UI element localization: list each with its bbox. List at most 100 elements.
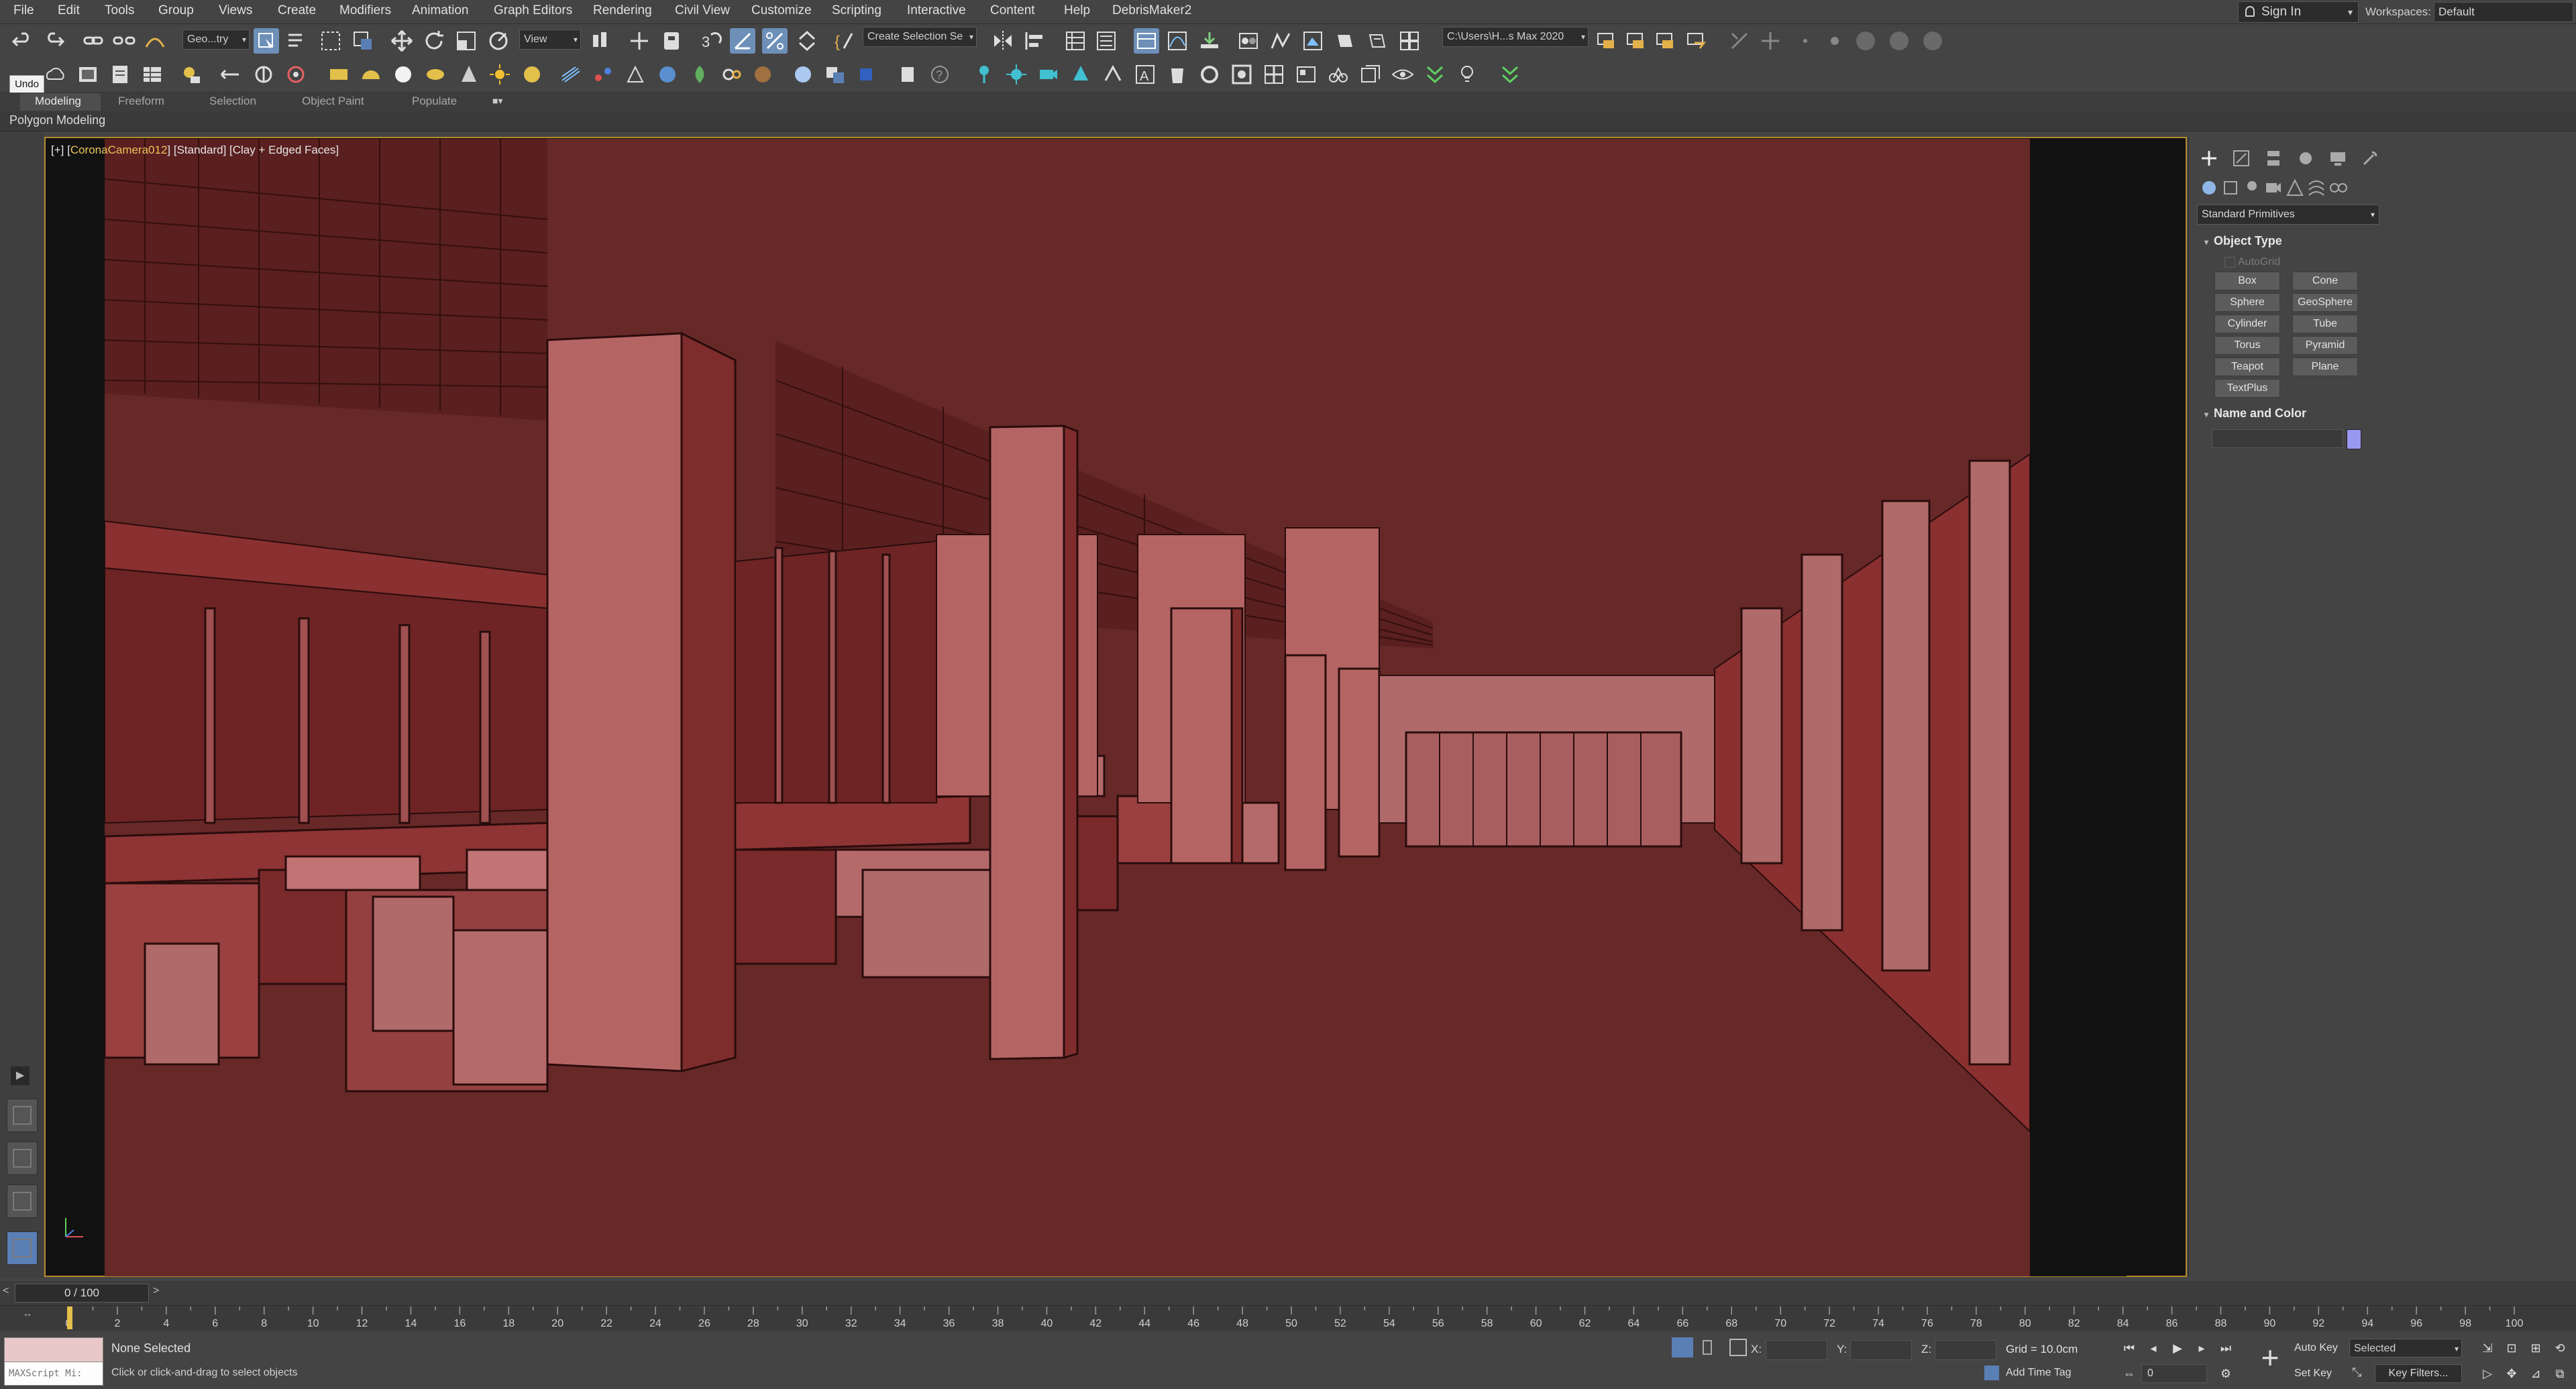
sphere-gray-2-icon[interactable] [1886,28,1912,54]
time-prev-arrow-icon[interactable]: < [3,1285,9,1297]
viewport-layout-1[interactable] [7,1099,38,1132]
open-explorer-icon[interactable] [1623,28,1649,54]
undo-icon[interactable] [9,28,35,54]
rectangle-shape-icon[interactable] [326,62,352,87]
selection-filter-select[interactable]: Geo...try ▾ [182,30,250,50]
schematic-view-icon[interactable] [1197,28,1222,54]
layers-icon[interactable] [822,62,848,87]
curve-editor-icon[interactable] [1165,28,1190,54]
menu-graph-editors[interactable]: Graph Editors [494,3,572,18]
zoom-all-icon[interactable]: ⊞ [2526,1339,2545,1357]
redo-icon[interactable] [42,28,67,54]
primitive-category-select[interactable]: Standard Primitives ▾ [2197,205,2379,225]
select-manipulate-icon[interactable] [627,28,652,54]
cube-blue-icon[interactable] [853,62,879,87]
pyramid-button[interactable]: Pyramid [2292,336,2358,355]
time-slider[interactable] [0,1281,2576,1305]
toggle-scene-explorer-icon[interactable] [1063,28,1088,54]
goto-start-icon[interactable]: ⏮ [2120,1339,2139,1357]
menu-help[interactable]: Help [1064,3,1090,18]
pan-icon[interactable]: ✥ [2502,1364,2521,1383]
half-sphere-icon[interactable] [358,62,384,87]
z-coordinate-input[interactable] [1935,1340,1996,1360]
sphere-button[interactable]: Sphere [2214,293,2280,312]
menu-civil-view[interactable]: Civil View [675,3,730,18]
zoom-extents-icon[interactable]: ⊡ [2502,1339,2521,1357]
isolate-selection-icon[interactable] [1672,1337,1693,1357]
goto-end-icon[interactable]: ⏭ [2216,1339,2235,1357]
panel-icon[interactable] [1293,62,1319,87]
field-of-view-icon[interactable]: ⊿ [2526,1364,2545,1383]
motion-tab-icon[interactable] [2294,147,2317,170]
workspaces-select[interactable]: Default [2434,2,2573,22]
leaf-icon[interactable] [687,62,712,87]
scene-render[interactable] [105,139,2127,1276]
bulb-outline-icon[interactable] [1454,62,1480,87]
teapot-button[interactable]: Teapot [2214,357,2280,376]
track-bar-menu-icon[interactable]: ↔ [17,1308,38,1324]
rendered-frame-window-icon[interactable] [1300,28,1326,54]
hair-icon[interactable] [558,62,584,87]
window-crossing-icon[interactable] [350,28,376,54]
tab-object-paint[interactable]: Object Paint [302,95,364,108]
chevrons-down-green-2-icon[interactable] [1497,62,1523,87]
cone-button[interactable]: Cone [2292,272,2358,290]
time-configuration-icon[interactable]: ⚙ [2216,1364,2235,1383]
hierarchy-tab-icon[interactable] [2262,147,2285,170]
expand-arrow-icon[interactable]: ▶ [11,1066,30,1085]
document-icon[interactable] [107,62,133,87]
box-button[interactable]: Box [2214,272,2280,290]
box-outline-icon[interactable] [1358,62,1383,87]
autogrid-checkbox[interactable] [2224,257,2235,268]
frame-icon[interactable] [1229,62,1254,87]
render-iterative-icon[interactable] [1364,28,1390,54]
viewport-layout-3[interactable] [7,1184,38,1218]
chevrons-down-green-icon[interactable] [1422,62,1448,87]
textplus-button[interactable]: TextPlus [2214,379,2280,398]
object-type-rollout[interactable]: ▾ Object Type [2198,231,2373,251]
sphere-gray-3-icon[interactable] [1920,28,1945,54]
cameras-icon[interactable] [2262,176,2285,199]
set-project-icon[interactable] [1684,28,1709,54]
texture-icon[interactable] [750,62,775,87]
current-frame-input[interactable]: 0 [2141,1364,2207,1383]
add-time-tag-button[interactable]: Add Time Tag [2006,1367,2072,1379]
globe-icon[interactable] [655,62,680,87]
set-keys-plus-icon[interactable]: + [2254,1339,2286,1379]
menu-rendering[interactable]: Rendering [593,3,652,18]
circle-shape-icon[interactable] [390,62,416,87]
align-icon[interactable] [1022,28,1048,54]
menu-views[interactable]: Views [219,3,252,18]
cylinder-button[interactable]: Cylinder [2214,315,2280,333]
particle-icon[interactable] [590,62,616,87]
bind-spacewarp-icon[interactable] [142,28,168,54]
cylinder-icon[interactable] [895,62,920,87]
link-icon[interactable] [80,28,106,54]
name-and-color-rollout[interactable]: ▾ Name and Color [2198,403,2373,423]
menu-animation[interactable]: Animation [412,3,469,18]
named-selection-select[interactable]: Create Selection Se ▾ [863,27,977,47]
key-filters-button[interactable]: Key Filters... [2375,1364,2462,1383]
placement-icon[interactable] [486,28,511,54]
lights-icon[interactable] [2241,176,2263,199]
key-selection-set-select[interactable]: Selected ▾ [2349,1339,2462,1357]
menu-debrismaker2[interactable]: DebrisMaker2 [1112,3,1191,18]
sphere-gray-1-icon[interactable] [1853,28,1878,54]
gizmo-icon[interactable] [283,62,309,87]
tab-freeform[interactable]: Freeform [118,95,164,108]
auto-key-button[interactable]: Auto Key [2294,1339,2347,1357]
play-icon[interactable]: ▶ [2168,1339,2187,1357]
ring-icon[interactable] [1197,62,1222,87]
sphere-blue-icon[interactable] [790,62,816,87]
project-folder-icon[interactable] [1653,28,1678,54]
utilities-tab-icon[interactable] [2359,147,2381,170]
material-editor-icon[interactable] [1236,28,1261,54]
bucket-icon[interactable] [1165,62,1190,87]
time-tag-icon[interactable] [1984,1366,1999,1380]
angle-snap-icon[interactable] [730,28,755,54]
viewport-layout-active[interactable] [7,1231,38,1265]
render-in-cloud-icon[interactable] [1397,28,1422,54]
time-next-arrow-icon[interactable]: > [153,1285,159,1297]
render-production-icon[interactable] [1332,28,1358,54]
ribbon-toggle-icon[interactable] [1134,28,1159,54]
